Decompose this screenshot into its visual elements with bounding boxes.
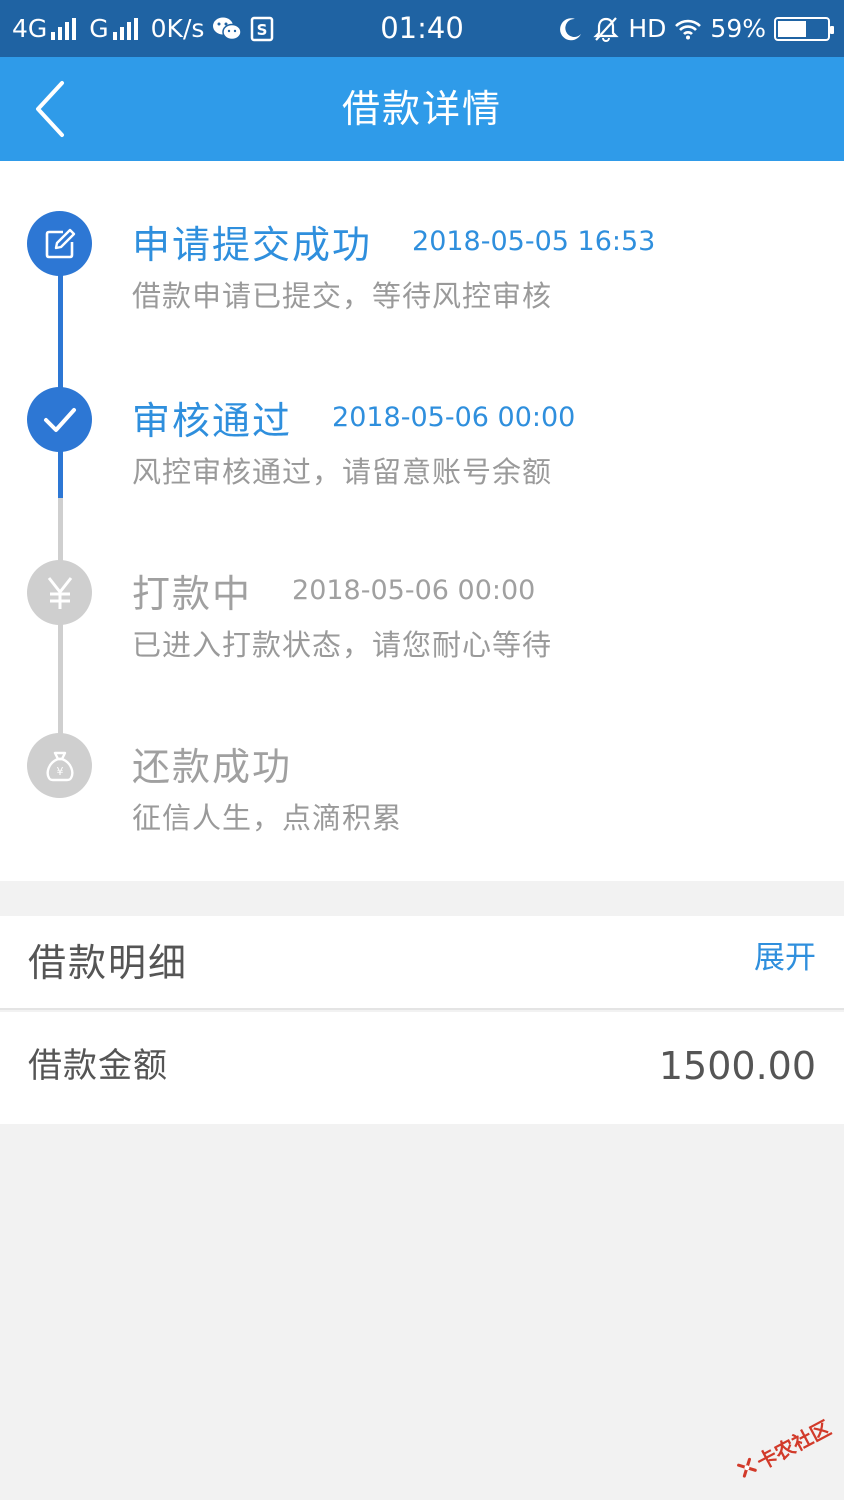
hd-label: HD xyxy=(628,14,667,43)
loan-amount-value: 1500.00 xyxy=(658,1044,816,1088)
step-description: 风控审核通过，请留意账号余额 xyxy=(132,455,553,489)
watermark: 卡农社区 xyxy=(726,1398,842,1498)
step-node-inactive: ¥ xyxy=(27,733,92,798)
edit-icon xyxy=(45,228,75,258)
money-bag-icon: ¥ xyxy=(46,751,73,781)
step-title: 审核通过 xyxy=(132,398,293,443)
step-time: 2018-05-06 00:00 xyxy=(332,401,576,433)
step-description: 借款申请已提交，等待风控审核 xyxy=(132,279,553,313)
step-description: 已进入打款状态，请您耐心等待 xyxy=(132,628,553,662)
step-title: 还款成功 xyxy=(132,744,293,789)
battery-icon xyxy=(774,16,834,41)
yuan-icon xyxy=(47,576,72,609)
step-title: 申请提交成功 xyxy=(132,222,373,267)
loan-details-title: 借款明细 xyxy=(28,941,189,985)
loan-amount-row: 借款金额 1500.00 xyxy=(0,1012,844,1124)
timeline-step-disbursing: 打款中 2018-05-06 00:00 已进入打款状态，请您耐心等待 xyxy=(0,560,844,680)
timeline-step-submitted: 申请提交成功 2018-05-05 16:53 借款申请已提交，等待风控审核 xyxy=(0,211,844,331)
battery-fill xyxy=(778,20,806,37)
battery-percent: 59% xyxy=(710,14,766,43)
loan-details-header: 借款明细 展开 xyxy=(0,916,844,1010)
timeline-step-repaid: ¥ 还款成功 征信人生，点滴积累 xyxy=(0,733,844,853)
app-header: 借款详情 xyxy=(0,57,844,161)
loan-amount-label: 借款金额 xyxy=(28,1046,168,1086)
step-time: 2018-05-05 16:53 xyxy=(412,225,656,257)
check-icon xyxy=(43,407,76,432)
step-time: 2018-05-06 00:00 xyxy=(292,574,536,606)
step-head: 申请提交成功 2018-05-05 16:53 xyxy=(132,211,655,271)
page-title: 借款详情 xyxy=(341,87,502,131)
expand-button[interactable]: 展开 xyxy=(754,916,816,1000)
wifi-icon xyxy=(674,18,702,40)
svg-text:¥: ¥ xyxy=(56,765,63,778)
status-right: HD 59% xyxy=(558,0,834,57)
step-description: 征信人生，点滴积累 xyxy=(132,801,403,835)
timeline-step-approved: 审核通过 2018-05-06 00:00 风控审核通过，请留意账号余额 xyxy=(0,387,844,507)
step-title: 打款中 xyxy=(132,571,253,616)
step-head: 审核通过 2018-05-06 00:00 xyxy=(132,387,575,447)
moon-icon xyxy=(558,16,584,42)
watermark-text: 卡农社区 xyxy=(752,1415,835,1475)
status-bar: 4G G 0K/s S 01:40 HD 59% xyxy=(0,0,844,57)
bell-muted-icon xyxy=(592,15,620,43)
loan-progress-timeline: 申请提交成功 2018-05-05 16:53 借款申请已提交，等待风控审核 审… xyxy=(0,161,844,881)
step-node-active xyxy=(27,211,92,276)
step-head: 打款中 2018-05-06 00:00 xyxy=(132,560,535,620)
step-node-active xyxy=(27,387,92,452)
step-head: 还款成功 xyxy=(132,733,292,793)
step-node-inactive xyxy=(27,560,92,625)
